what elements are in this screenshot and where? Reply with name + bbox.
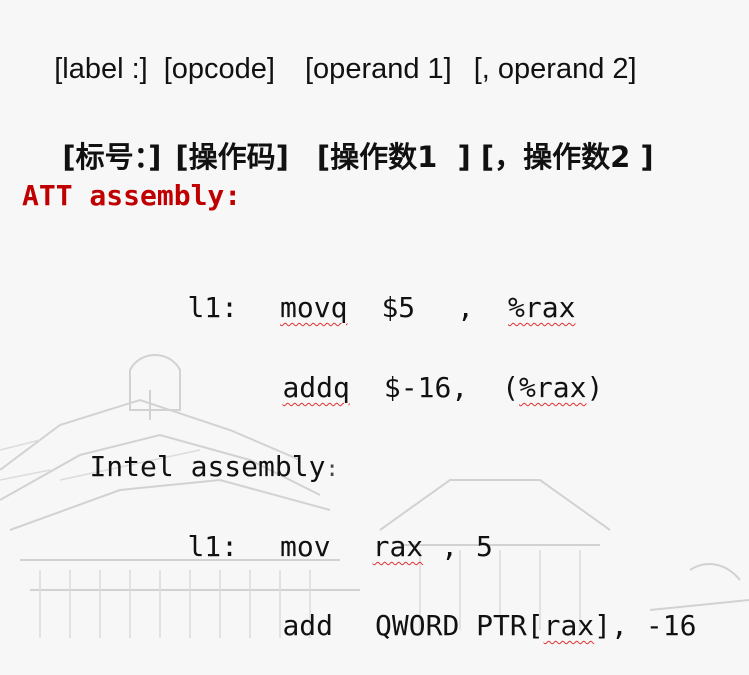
att-line1-opcode: movq	[280, 291, 348, 324]
att-line2-arg2-close: )	[586, 371, 604, 404]
intel-code-line-2: add QWORD PTR[rax], -16	[215, 576, 696, 675]
att-line2-arg2-open: (	[502, 371, 520, 404]
att-assembly-heading: ATT assembly:	[22, 179, 242, 212]
intel-line1-arg2: 5	[476, 530, 493, 563]
intel-line2-arg2: -16	[645, 609, 697, 642]
syntax-opcode: [opcode]	[163, 53, 275, 85]
att-line2-arg2-register: %rax	[519, 371, 587, 404]
intel-line2-arg1-register: rax	[543, 609, 595, 642]
syntax-operand2: [, operand 2]	[473, 53, 637, 85]
att-line1-arg2: %rax	[508, 291, 576, 324]
intel-line2-opcode: add	[282, 609, 334, 642]
intel-heading-text: Intel assembly	[89, 450, 326, 483]
att-line1-label: l1:	[187, 291, 239, 324]
syntax-opcode-zh: [操作码]	[175, 140, 289, 174]
intel-heading-colon: :	[325, 457, 339, 482]
syntax-label: [label :]	[54, 53, 148, 85]
syntax-operand1: [operand 1]	[305, 53, 452, 85]
att-line1-separator: ,	[457, 291, 475, 324]
att-line2-opcode: addq	[282, 371, 350, 404]
syntax-label-zh: [标号：]	[62, 140, 162, 174]
syntax-operand1-zh: [操作数1 ]	[316, 140, 471, 174]
intel-line1-opcode: mov	[280, 530, 331, 563]
intel-line1-separator: ,	[441, 530, 459, 563]
intel-line1-label: l1:	[187, 530, 239, 563]
intel-line2-arg1-prefix: QWORD PTR[	[375, 609, 544, 642]
att-line2-arg1: $-16,	[383, 371, 469, 404]
intel-line2-arg1-suffix: ],	[594, 609, 628, 642]
syntax-operand2-zh: [，操作数2 ]	[480, 140, 654, 174]
intel-line1-arg1: rax	[372, 530, 424, 563]
att-line1-arg1: $5	[381, 291, 416, 324]
